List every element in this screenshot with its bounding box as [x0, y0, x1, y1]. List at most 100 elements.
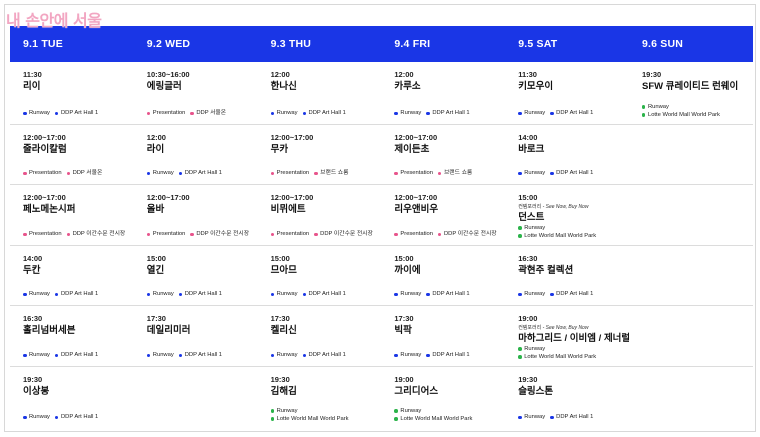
tag-dot-icon	[146, 232, 151, 236]
event-card[interactable]: 14:00 바로크 Runway DDP Art Hall 1	[505, 125, 629, 184]
event-tag: Presentation	[394, 169, 433, 177]
tag-dot-icon	[146, 111, 151, 115]
event-card[interactable]: 17:30 빅팍 Runway DDP Art Hall 1	[381, 306, 505, 366]
event-card[interactable]: 19:30 이상봉 Runway DDP Art Hall 1	[10, 367, 134, 428]
day-header-2: 9.3 THU	[270, 38, 312, 50]
event-card[interactable]: 17:30 데일리미러 Runway DDP Art Hall 1	[134, 306, 258, 366]
event-tags: Runway DDP Art Hall 1	[146, 351, 227, 360]
event-tags: Runway DDP Art Hall 1	[270, 109, 351, 118]
event-title: 라이	[146, 144, 165, 155]
tag-label: Runway	[400, 110, 422, 117]
event-tags: Runway DDP Art Hall 1	[518, 169, 598, 178]
event-card[interactable]: 12:00~17:00 제이든초 Presentation 브랜드 쇼룸	[381, 125, 505, 184]
event-card[interactable]: 12:00~17:00 올바 Presentation DDP 이간수문 전시장	[134, 185, 258, 245]
tag-dot-icon	[394, 417, 398, 421]
event-card[interactable]: 12:00~17:00 무카 Presentation 브랜드 쇼룸	[258, 125, 382, 184]
event-tag: Presentation	[270, 230, 309, 238]
event-card[interactable]: 19:00 그리디어스 Runway Lotte World Mall World P…	[381, 367, 505, 428]
event-card[interactable]: 12:00 한나신 Runway DDP Art Hall 1	[258, 62, 382, 124]
event-title: 카루소	[394, 81, 421, 92]
tag-dot-icon	[23, 171, 27, 175]
tag-dot-icon	[66, 232, 71, 236]
event-card[interactable]: 16:30 곽현주 컬렉션 Runway DDP Art Hall 1	[505, 246, 629, 305]
tag-label: DDP Art Hall 1	[184, 352, 223, 359]
event-tags: Runway DDP Art Hall 1	[270, 290, 351, 299]
schedule-row: 11:30 리이 Runway DDP Art Hall 1 10:30~16:00 에링…	[10, 62, 753, 125]
tag-dot-icon	[178, 171, 183, 175]
event-tag: DDP Art Hall 1	[550, 169, 593, 177]
tag-label: Runway	[524, 346, 546, 352]
tag-dot-icon	[550, 111, 554, 115]
event-card[interactable]: 19:30 SFW 큐레이티드 런웨이 Runway Lotte World Mall…	[629, 62, 753, 124]
tag-label: Presentation	[152, 231, 186, 238]
event-tag: Runway	[518, 413, 545, 421]
event-tag: Presentation	[23, 169, 62, 177]
event-time: 11:30	[23, 70, 42, 79]
event-title: 리우앤비우	[394, 204, 439, 215]
tag-label: Presentation	[400, 170, 433, 177]
event-tag: DDP Art Hall 1	[54, 109, 99, 117]
tag-label: Runway	[524, 291, 546, 298]
tag-label: DDP Art Hall 1	[308, 291, 346, 298]
event-time: 17:30	[394, 314, 414, 323]
tag-dot-icon	[426, 353, 430, 357]
event-card[interactable]: 12:00~17:00 페노메논시퍼 Presentation DDP 이간수문 전시…	[10, 185, 134, 245]
event-tag: 브랜드 쇼룸	[314, 169, 348, 177]
event-card[interactable]: 14:00 두칸 Runway DDP Art Hall 1	[10, 246, 134, 305]
event-time: 16:30	[518, 254, 538, 263]
event-card[interactable]: 16:30 홀리넘버세븐 Runway DDP Art Hall 1	[10, 306, 134, 366]
event-tags: Runway DDP Art Hall 1	[23, 290, 103, 299]
event-title: 줄라이칼럼	[23, 144, 67, 155]
event-title: 올바	[146, 204, 165, 215]
event-note-category: 컨템포러리	[518, 325, 542, 331]
tag-label: Runway	[524, 110, 546, 117]
event-card[interactable]: 12:00~17:00 줄라이칼럼 Presentation DDP 서울온	[10, 125, 134, 184]
event-title: 비뮈에트	[270, 204, 306, 215]
event-card[interactable]: 19:00 컨템포러리 - See Now, Buy Now 마하그리드 / 이비엠…	[505, 306, 629, 366]
event-card[interactable]: 12:00~17:00 비뮈에트 Presentation DDP 이간수문 전시장	[258, 185, 382, 245]
event-tag: DDP Art Hall 1	[54, 413, 98, 421]
tag-dot-icon	[518, 355, 522, 359]
event-card[interactable]: 10:30~16:00 에링글러 Presentation DDP 서울온	[134, 62, 258, 124]
tag-dot-icon	[270, 171, 275, 175]
event-note: 컨템포러리 - See Now, Buy Now	[518, 204, 629, 211]
event-card[interactable]: 11:30 리이 Runway DDP Art Hall 1	[10, 62, 134, 124]
event-card[interactable]: 19:30 슬링스톤 Runway DDP Art Hall 1	[505, 367, 629, 428]
event-title: 켈리신	[270, 325, 297, 336]
event-tag: DDP Art Hall 1	[54, 351, 99, 359]
event-tag: Runway	[394, 109, 421, 117]
tag-label: Runway	[152, 291, 174, 298]
event-title: 제이든초	[394, 144, 430, 155]
event-tag: Runway	[270, 109, 298, 117]
event-title: 슬링스톤	[518, 386, 554, 397]
event-card[interactable]: 11:30 키모우이 Runway DDP Art Hall 1	[505, 62, 629, 124]
tag-label: DDP 서울온	[196, 110, 227, 117]
tag-label: Presentation	[29, 231, 62, 238]
event-tag: DDP Art Hall 1	[426, 351, 470, 359]
tag-label: DDP Art Hall 1	[60, 352, 99, 359]
event-tag: Runway	[270, 351, 298, 359]
tag-dot-icon	[314, 232, 318, 236]
tag-dot-icon	[437, 232, 442, 236]
event-card[interactable]: 17:30 켈리신 Runway DDP Art Hall 1	[258, 306, 382, 366]
event-card[interactable]: 15:00 열긴 Runway DDP Art Hall 1	[134, 246, 258, 305]
event-card[interactable]: 19:30 김해김 Runway Lotte World Mall World Par…	[258, 367, 382, 428]
event-tags: Runway DDP Art Hall 1	[23, 413, 103, 422]
event-time: 19:00	[394, 375, 414, 384]
event-tag: DDP 이간수문 전시장	[190, 230, 249, 238]
event-card[interactable]: 12:00~17:00 리우앤비우 Presentation DDP 이간수문 전시장	[381, 185, 505, 245]
event-tags: Runway DDP Art Hall 1	[270, 351, 351, 360]
event-card[interactable]: 12:00 카루소 Runway DDP Art Hall 1	[381, 62, 505, 124]
tag-label: Lotte World Mall World Park	[647, 112, 720, 118]
tag-dot-icon	[54, 292, 59, 296]
event-title: 마하그리드 / 이비엠 / 제너럴 아이디어	[518, 333, 629, 344]
event-card[interactable]: 15:00 므아므 Runway DDP Art Hall 1	[258, 246, 382, 305]
tag-label: DDP Art Hall 1	[60, 110, 99, 117]
event-card[interactable]: 15:00 컨템포러리 - See Now, Buy Now 던스트 Runway Lo…	[505, 185, 629, 245]
event-card[interactable]: 12:00 라이 Runway DDP Art Hall 1	[134, 125, 258, 184]
day-header-3: 9.4 FRI	[394, 38, 431, 50]
event-card[interactable]: 15:00 까이에 Runway DDP Art Hall 1	[381, 246, 505, 305]
event-tag: Lotte World Mall World Park	[518, 232, 596, 240]
day-header-5: 9.6 SUN	[641, 38, 684, 50]
event-title: 빅팍	[394, 325, 412, 336]
